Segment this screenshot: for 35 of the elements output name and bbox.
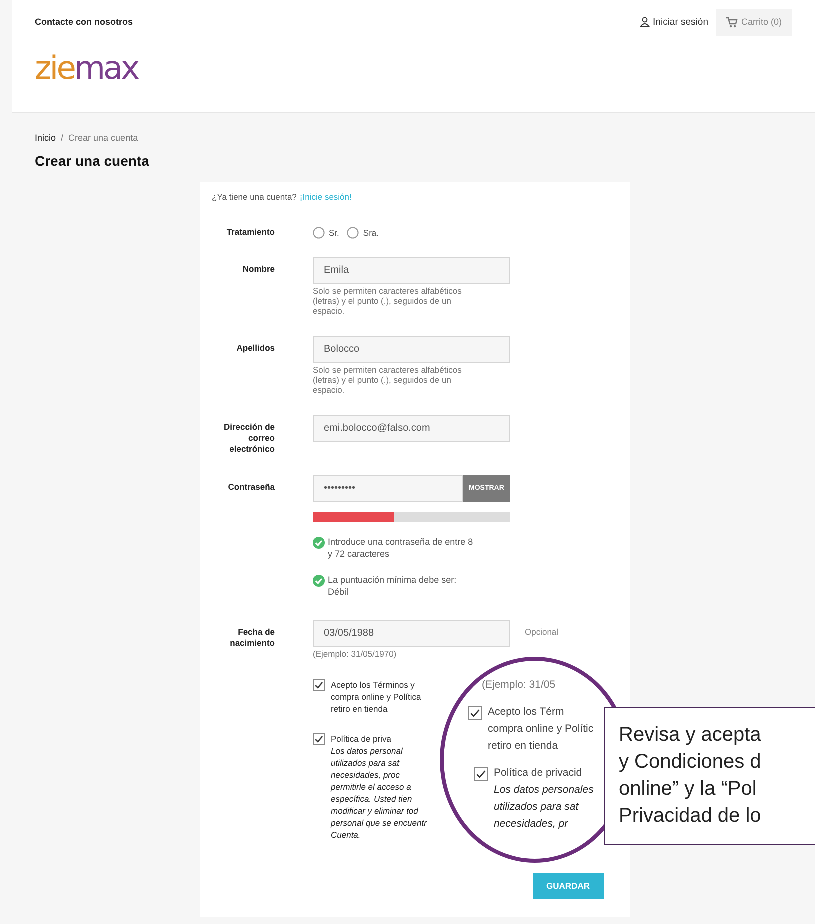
field-label: Tratamiento xyxy=(226,226,275,238)
user-icon xyxy=(640,17,650,27)
field-hint: (Ejemplo: 31/05/1970) xyxy=(313,649,398,659)
password-rule: La puntuación mínima debe ser: Débil xyxy=(328,574,458,598)
optional-note: Opcional xyxy=(525,626,559,637)
breadcrumb-link[interactable]: Inicio xyxy=(35,133,56,143)
field-hint: Solo se permiten caracteres alfabéticos (letras) y el punto (.), seguidos de un espacio. xyxy=(313,365,463,395)
sign-in-link[interactable]: Iniciar sesión xyxy=(640,16,708,28)
cart-icon xyxy=(726,16,738,28)
text-field[interactable]: Emila xyxy=(313,257,510,284)
page-title: Crear una cuenta xyxy=(35,153,150,169)
contact-link[interactable]: Contacte con nosotros xyxy=(35,17,134,27)
consent-text: Política de priva Los datos personal utilizados para sat necesidades, proc permitirle el acceso a específica. Usted tien modificar y eliminar tod personal que se encuentr Cuenta. xyxy=(331,733,427,841)
text-field[interactable]: Bolocco xyxy=(313,336,510,363)
field-label: Contraseña xyxy=(227,481,275,493)
radio-option[interactable]: Sra. xyxy=(347,227,379,239)
callout-text: Revisa y acepta y Condiciones d online” y la “Pol Privacidad de lo xyxy=(619,723,762,829)
breadcrumb-link[interactable]: Crear una cuenta xyxy=(68,133,138,143)
radio-option[interactable]: Sr. xyxy=(313,227,340,239)
field-label: Nombre xyxy=(242,263,275,275)
login-prompt: ¿Ya tiene una cuenta? xyxy=(212,192,297,202)
ziemax-logo[interactable]: ziemax xyxy=(35,52,138,84)
field-hint: Solo se permiten caracteres alfabéticos (letras) y el punto (.), seguidos de un espacio. xyxy=(313,286,463,316)
consent-text: Acepto los Térm compra online y Polític retiro en tienda xyxy=(488,705,594,754)
consent-text: Acepto los Términos y compra online y Política retiro en tienda xyxy=(331,679,422,715)
field-label: Apellidos xyxy=(236,342,275,354)
breadcrumb-separator: / xyxy=(61,133,64,143)
example-hint: (Ejemplo: 31/05 xyxy=(482,678,557,693)
consent-text: Política de privacid Los datos personales utilizados para sat necesidades, pr xyxy=(494,766,594,832)
text-field[interactable]: emi.bolocco@falso.com xyxy=(313,415,510,442)
password-rule: Introduce una contraseña de entre 8 y 72 caracteres xyxy=(328,536,474,560)
field-label: Fecha de nacimiento xyxy=(229,626,275,649)
text-field[interactable]: 03/05/1988 xyxy=(313,620,510,647)
password-field[interactable]: ••••••••• xyxy=(313,475,463,502)
field-label: Dirección de correo electrónico xyxy=(222,421,275,455)
